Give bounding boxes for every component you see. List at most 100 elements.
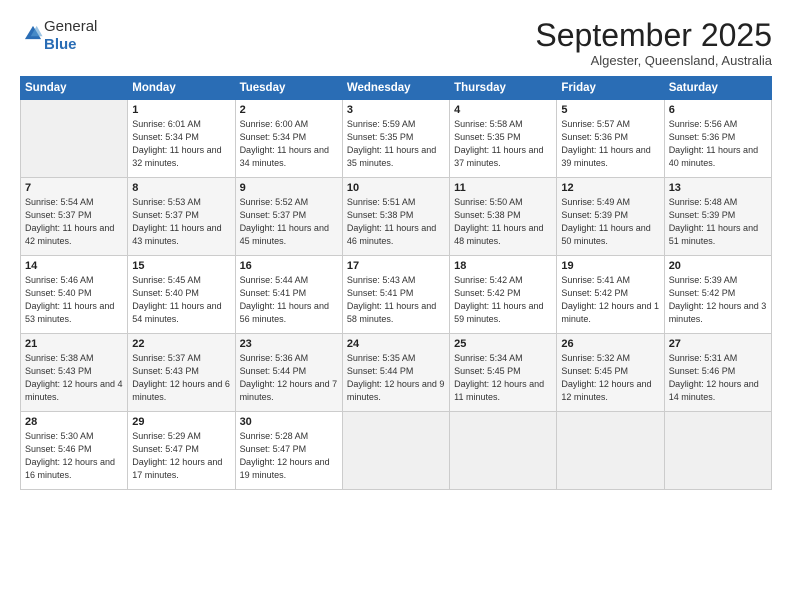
day-info: Sunrise: 5:43 AMSunset: 5:41 PMDaylight:…: [347, 274, 445, 326]
day-cell: 18 Sunrise: 5:42 AMSunset: 5:42 PMDayligh…: [450, 256, 557, 334]
header: General Blue September 2025 Algester, Qu…: [20, 18, 772, 68]
day-number: 8: [132, 182, 230, 194]
day-cell: [450, 412, 557, 490]
day-number: 21: [25, 338, 123, 350]
day-info: Sunrise: 5:48 AMSunset: 5:39 PMDaylight:…: [669, 196, 767, 248]
day-number: 26: [561, 338, 659, 350]
day-number: 9: [240, 182, 338, 194]
day-number: 12: [561, 182, 659, 194]
day-info: Sunrise: 5:44 AMSunset: 5:41 PMDaylight:…: [240, 274, 338, 326]
day-number: 29: [132, 416, 230, 428]
day-number: 11: [454, 182, 552, 194]
day-cell: 30 Sunrise: 5:28 AMSunset: 5:47 PMDayligh…: [235, 412, 342, 490]
day-info: Sunrise: 5:35 AMSunset: 5:44 PMDaylight:…: [347, 352, 445, 404]
day-info: Sunrise: 5:37 AMSunset: 5:43 PMDaylight:…: [132, 352, 230, 404]
day-cell: 4Sunrise: 5:58 AMSunset: 5:35 PMDaylight…: [450, 100, 557, 178]
day-cell: 23 Sunrise: 5:36 AMSunset: 5:44 PMDayligh…: [235, 334, 342, 412]
day-cell: 27 Sunrise: 5:31 AMSunset: 5:46 PMDayligh…: [664, 334, 771, 412]
col-header-thursday: Thursday: [450, 77, 557, 100]
col-header-friday: Friday: [557, 77, 664, 100]
day-cell: 8 Sunrise: 5:53 AMSunset: 5:37 PMDaylight…: [128, 178, 235, 256]
day-info: Sunrise: 5:46 AMSunset: 5:40 PMDaylight:…: [25, 274, 123, 326]
day-number: 7: [25, 182, 123, 194]
day-cell: 16 Sunrise: 5:44 AMSunset: 5:41 PMDayligh…: [235, 256, 342, 334]
logo: General Blue: [20, 18, 97, 54]
day-number: 19: [561, 260, 659, 272]
col-header-sunday: Sunday: [21, 77, 128, 100]
day-info: Sunrise: 6:01 AMSunset: 5:34 PMDaylight:…: [132, 118, 230, 170]
day-info: Sunrise: 5:53 AMSunset: 5:37 PMDaylight:…: [132, 196, 230, 248]
day-cell: 24 Sunrise: 5:35 AMSunset: 5:44 PMDayligh…: [342, 334, 449, 412]
location-subtitle: Algester, Queensland, Australia: [535, 53, 772, 68]
day-number: 22: [132, 338, 230, 350]
month-title: September 2025: [535, 18, 772, 53]
col-header-tuesday: Tuesday: [235, 77, 342, 100]
day-info: Sunrise: 5:32 AMSunset: 5:45 PMDaylight:…: [561, 352, 659, 404]
day-info: Sunrise: 5:49 AMSunset: 5:39 PMDaylight:…: [561, 196, 659, 248]
day-number: 28: [25, 416, 123, 428]
day-number: 10: [347, 182, 445, 194]
header-row: SundayMondayTuesdayWednesdayThursdayFrid…: [21, 77, 772, 100]
day-info: Sunrise: 5:39 AMSunset: 5:42 PMDaylight:…: [669, 274, 767, 326]
day-number: 24: [347, 338, 445, 350]
col-header-saturday: Saturday: [664, 77, 771, 100]
day-cell: [342, 412, 449, 490]
day-cell: 29 Sunrise: 5:29 AMSunset: 5:47 PMDayligh…: [128, 412, 235, 490]
day-number: 25: [454, 338, 552, 350]
week-row-5: 28Sunrise: 5:30 AMSunset: 5:46 PMDayligh…: [21, 412, 772, 490]
day-info: Sunrise: 5:31 AMSunset: 5:46 PMDaylight:…: [669, 352, 767, 404]
day-cell: 14 Sunrise: 5:46 AMSunset: 5:40 PMDayligh…: [21, 256, 128, 334]
day-number: 20: [669, 260, 767, 272]
week-row-2: 7 Sunrise: 5:54 AMSunset: 5:37 PMDaylight…: [21, 178, 772, 256]
day-cell: 1 Sunrise: 6:01 AMSunset: 5:34 PMDaylight…: [128, 100, 235, 178]
day-info: Sunrise: 5:56 AMSunset: 5:36 PMDaylight:…: [669, 118, 767, 170]
day-info: Sunrise: 5:51 AMSunset: 5:38 PMDaylight:…: [347, 196, 445, 248]
day-cell: 12 Sunrise: 5:49 AMSunset: 5:39 PMDayligh…: [557, 178, 664, 256]
day-info: Sunrise: 5:36 AMSunset: 5:44 PMDaylight:…: [240, 352, 338, 404]
day-number: 6: [669, 104, 767, 116]
day-cell: 3Sunrise: 5:59 AMSunset: 5:35 PMDaylight…: [342, 100, 449, 178]
logo-blue: Blue: [44, 36, 97, 54]
day-number: 18: [454, 260, 552, 272]
day-number: 13: [669, 182, 767, 194]
day-cell: 6 Sunrise: 5:56 AMSunset: 5:36 PMDaylight…: [664, 100, 771, 178]
week-row-1: 1 Sunrise: 6:01 AMSunset: 5:34 PMDaylight…: [21, 100, 772, 178]
col-header-monday: Monday: [128, 77, 235, 100]
day-number: 5: [561, 104, 659, 116]
day-info: Sunrise: 5:28 AMSunset: 5:47 PMDaylight:…: [240, 430, 338, 482]
day-cell: [557, 412, 664, 490]
day-number: 23: [240, 338, 338, 350]
title-block: September 2025 Algester, Queensland, Aus…: [535, 18, 772, 68]
day-number: 14: [25, 260, 123, 272]
day-info: Sunrise: 6:00 AMSunset: 5:34 PMDaylight:…: [240, 118, 338, 170]
day-cell: 7 Sunrise: 5:54 AMSunset: 5:37 PMDaylight…: [21, 178, 128, 256]
day-cell: 28Sunrise: 5:30 AMSunset: 5:46 PMDayligh…: [21, 412, 128, 490]
logo-general: General: [44, 18, 97, 36]
day-info: Sunrise: 5:38 AMSunset: 5:43 PMDaylight:…: [25, 352, 123, 404]
day-info: Sunrise: 5:41 AMSunset: 5:42 PMDaylight:…: [561, 274, 659, 326]
day-number: 1: [132, 104, 230, 116]
day-info: Sunrise: 5:34 AMSunset: 5:45 PMDaylight:…: [454, 352, 552, 404]
day-cell: 17Sunrise: 5:43 AMSunset: 5:41 PMDayligh…: [342, 256, 449, 334]
day-info: Sunrise: 5:29 AMSunset: 5:47 PMDaylight:…: [132, 430, 230, 482]
day-cell: 13 Sunrise: 5:48 AMSunset: 5:39 PMDayligh…: [664, 178, 771, 256]
day-info: Sunrise: 5:54 AMSunset: 5:37 PMDaylight:…: [25, 196, 123, 248]
day-cell: 20 Sunrise: 5:39 AMSunset: 5:42 PMDayligh…: [664, 256, 771, 334]
day-cell: 2 Sunrise: 6:00 AMSunset: 5:34 PMDaylight…: [235, 100, 342, 178]
day-cell: 15Sunrise: 5:45 AMSunset: 5:40 PMDayligh…: [128, 256, 235, 334]
day-number: 16: [240, 260, 338, 272]
day-info: Sunrise: 5:57 AMSunset: 5:36 PMDaylight:…: [561, 118, 659, 170]
day-cell: 19 Sunrise: 5:41 AMSunset: 5:42 PMDayligh…: [557, 256, 664, 334]
day-number: 2: [240, 104, 338, 116]
day-cell: 11 Sunrise: 5:50 AMSunset: 5:38 PMDayligh…: [450, 178, 557, 256]
day-cell: 25 Sunrise: 5:34 AMSunset: 5:45 PMDayligh…: [450, 334, 557, 412]
day-info: Sunrise: 5:42 AMSunset: 5:42 PMDaylight:…: [454, 274, 552, 326]
day-cell: 9Sunrise: 5:52 AMSunset: 5:37 PMDaylight…: [235, 178, 342, 256]
day-cell: 26 Sunrise: 5:32 AMSunset: 5:45 PMDayligh…: [557, 334, 664, 412]
day-cell: 5 Sunrise: 5:57 AMSunset: 5:36 PMDaylight…: [557, 100, 664, 178]
day-number: 30: [240, 416, 338, 428]
day-number: 27: [669, 338, 767, 350]
week-row-4: 21 Sunrise: 5:38 AMSunset: 5:43 PMDayligh…: [21, 334, 772, 412]
day-info: Sunrise: 5:45 AMSunset: 5:40 PMDaylight:…: [132, 274, 230, 326]
day-info: Sunrise: 5:50 AMSunset: 5:38 PMDaylight:…: [454, 196, 552, 248]
